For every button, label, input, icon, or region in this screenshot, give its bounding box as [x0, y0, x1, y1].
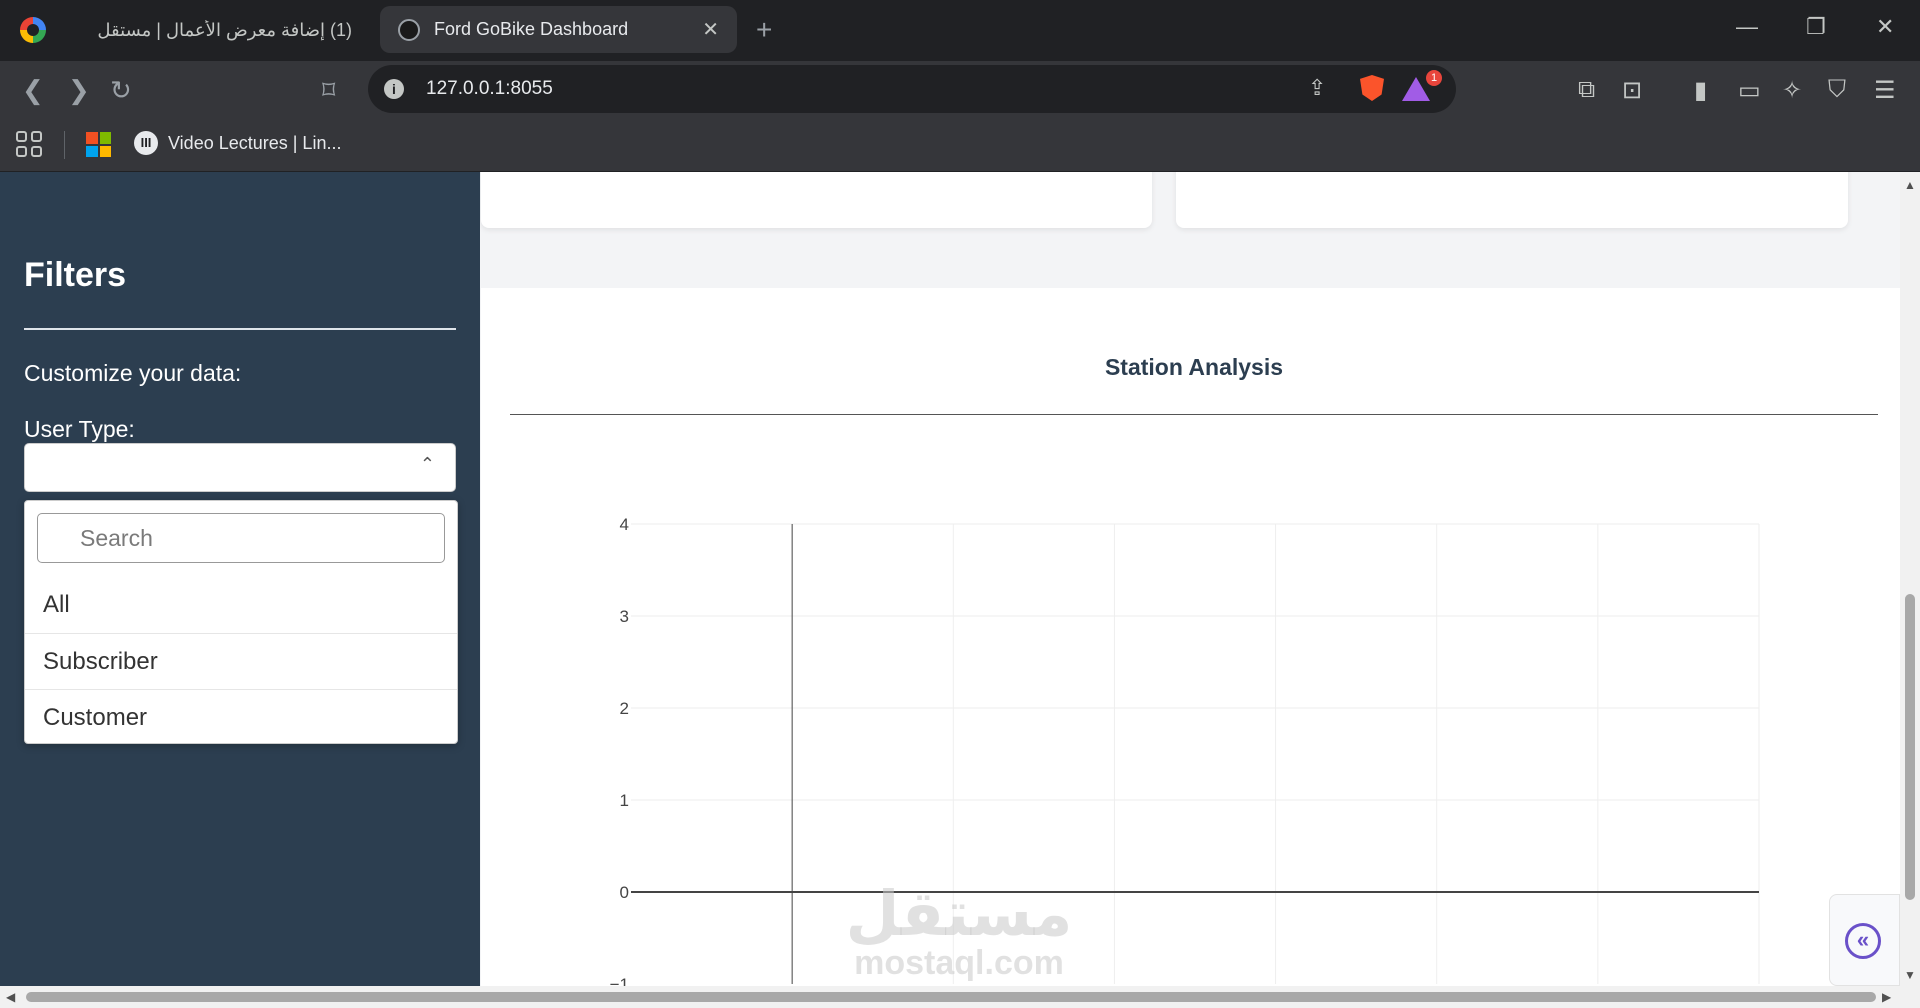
new-tab-icon[interactable]: +	[756, 14, 772, 46]
scroll-down-icon[interactable]: ▼	[1904, 968, 1916, 982]
filters-subtitle: Customize your data:	[24, 360, 242, 386]
page-viewport: Station Analysis −10123456−101234 مستقل …	[0, 172, 1900, 986]
user-type-dropdown[interactable]: ⌃	[24, 443, 456, 492]
collapse-button[interactable]: «	[1829, 894, 1900, 986]
chevron-up-icon[interactable]: ⌃	[420, 454, 435, 475]
scroll-left-icon[interactable]: ◀	[6, 990, 15, 1004]
microsoft-icon[interactable]	[86, 132, 111, 157]
y-tick-label: 3	[620, 607, 629, 626]
scroll-up-icon[interactable]: ▲	[1904, 178, 1916, 192]
double-chevron-left-icon: «	[1845, 923, 1881, 959]
restore-icon[interactable]: ❐	[1806, 14, 1826, 40]
close-window-icon[interactable]: ✕	[1876, 14, 1894, 40]
tab-dashboard[interactable]: Ford GoBike Dashboard ✕	[380, 6, 737, 53]
bookmarks-divider	[64, 131, 65, 159]
bookmark-video-lectures[interactable]: III Video Lectures | Lin...	[134, 131, 341, 155]
station-analysis-chart[interactable]: −10123456−101234	[481, 288, 1900, 986]
bookmarks-bar: III Video Lectures | Lin...	[0, 117, 1920, 172]
watermark-arabic: مستقل	[845, 877, 1073, 950]
close-tab-icon[interactable]: ✕	[702, 17, 719, 42]
back-icon[interactable]: ❮	[22, 75, 44, 106]
watermark: مستقل mostaql.com	[844, 877, 1074, 982]
minimize-icon[interactable]: —	[1736, 14, 1758, 40]
y-tick-label: −1	[610, 975, 629, 986]
sidebar-toggle-icon[interactable]: ▮	[1694, 76, 1707, 105]
kpi-card	[1176, 172, 1848, 228]
filters-title: Filters	[24, 256, 127, 294]
tab-title: Ford GoBike Dashboard	[434, 19, 629, 39]
user-type-menu: Search All Subscriber Customer	[24, 500, 458, 744]
forward-icon[interactable]: ❯	[68, 75, 90, 106]
filters-divider	[24, 328, 456, 330]
dropdown-search-input[interactable]: Search	[37, 513, 445, 563]
y-tick-label: 4	[620, 515, 629, 534]
site-info-icon[interactable]: i	[384, 79, 404, 99]
browser-menu-icon[interactable]	[20, 17, 46, 43]
browser-toolbar: ❮ ❯ ↻ ⌑ i 127.0.0.1:8055 ⇪ 1 ⧉ ⊡ ▮ ▭ ✧ ⛉…	[0, 61, 1920, 117]
mit-logo-icon: III	[134, 131, 158, 155]
extensions-icon[interactable]: ⧉	[1578, 76, 1595, 104]
option-customer[interactable]: Customer	[25, 689, 457, 745]
watermark-latin: mostaql.com	[854, 944, 1064, 982]
vertical-scroll-thumb[interactable]	[1905, 594, 1915, 900]
bookmark-label: Video Lectures | Lin...	[168, 132, 342, 153]
tab-title: (1) إضافة معرض الأعمال | مستقل	[97, 20, 352, 40]
station-analysis-panel: Station Analysis −10123456−101234	[481, 288, 1900, 986]
y-tick-label: 0	[620, 883, 629, 902]
address-bar[interactable]: i 127.0.0.1:8055	[368, 65, 1456, 113]
reload-icon[interactable]: ↻	[110, 75, 132, 106]
tab-mostaql[interactable]: (1) إضافة معرض الأعمال | مستقل	[58, 7, 370, 54]
scroll-right-icon[interactable]: ▶	[1882, 990, 1891, 1004]
apps-grid-icon[interactable]	[16, 131, 42, 157]
vpn-icon[interactable]: ⛉	[1828, 76, 1846, 104]
url-text: 127.0.0.1:8055	[426, 78, 553, 99]
horizontal-scrollbar[interactable]: ◀ ▶	[0, 986, 1920, 1008]
option-all[interactable]: All	[25, 577, 457, 633]
y-tick-label: 2	[620, 699, 629, 718]
vertical-scrollbar[interactable]: ▲ ▼	[1900, 172, 1920, 986]
wallet-icon[interactable]: ▭	[1738, 76, 1761, 105]
bookmark-icon[interactable]: ⌑	[322, 75, 335, 106]
menu-icon[interactable]: ☰	[1874, 76, 1896, 105]
dash-favicon-icon	[398, 18, 420, 41]
leo-ai-icon[interactable]: ✧	[1782, 76, 1802, 105]
rewards-badge: 1	[1426, 70, 1442, 86]
search-tab-icon[interactable]: ⊡	[1622, 76, 1642, 105]
horizontal-scroll-thumb[interactable]	[26, 992, 1876, 1002]
share-icon[interactable]: ⇪	[1308, 75, 1326, 101]
y-tick-label: 1	[620, 791, 629, 810]
kpi-card	[481, 172, 1152, 228]
filters-sidebar: Filters Customize your data: User Type: …	[0, 172, 480, 986]
option-subscriber[interactable]: Subscriber	[25, 633, 457, 689]
tab-bar: (1) إضافة معرض الأعمال | مستقل Ford GoBi…	[0, 0, 1920, 61]
user-type-label: User Type:	[24, 416, 135, 442]
